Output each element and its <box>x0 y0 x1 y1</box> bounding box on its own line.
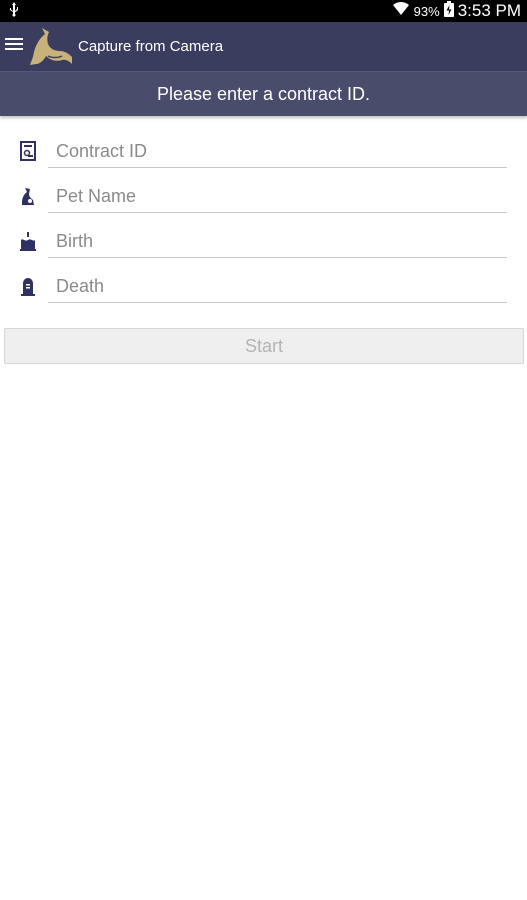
menu-button[interactable] <box>2 22 26 71</box>
pet-name-row <box>0 175 527 220</box>
status-left <box>8 1 20 22</box>
death-input[interactable] <box>48 271 507 303</box>
wifi-icon <box>392 1 410 22</box>
birth-row <box>0 220 527 265</box>
instruction-text: Please enter a contract ID. <box>156 83 371 104</box>
status-time: 3:53 PM <box>457 1 521 20</box>
menu-icon <box>5 37 23 56</box>
contract-icon <box>18 140 38 162</box>
birth-input[interactable] <box>48 226 507 258</box>
status-right: 93% 3:53 PM <box>392 0 521 22</box>
pet-icon <box>18 185 38 207</box>
contract-id-row <box>0 130 527 175</box>
status-bar: 93% 3:53 PM <box>0 0 527 22</box>
instruction-bar: Please enter a contract ID. <box>0 71 527 116</box>
app-bar: Capture from Camera <box>0 22 527 71</box>
tombstone-icon <box>18 275 38 297</box>
usb-icon <box>8 1 20 22</box>
contract-form <box>0 130 527 310</box>
horse-head-logo <box>28 24 74 70</box>
start-button[interactable]: Start <box>4 328 524 364</box>
death-row <box>0 265 527 310</box>
battery-percent: 93% <box>413 3 440 19</box>
birth-cake-icon <box>18 230 38 252</box>
pet-name-input[interactable] <box>48 181 507 213</box>
contract-id-input[interactable] <box>48 136 507 168</box>
battery-icon <box>443 0 454 22</box>
app-title: Capture from Camera <box>78 38 224 55</box>
